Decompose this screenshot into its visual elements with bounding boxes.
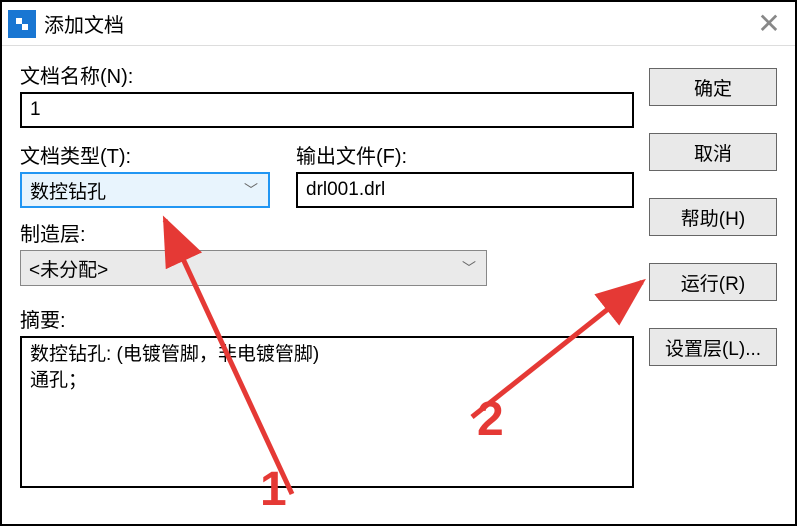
dialog-content: 文档名称(N): 文档类型(T): 数控钻孔 ﹀ 输出文件(F): 制造层: <box>2 46 795 524</box>
mfg-layer-label: 制造层: <box>20 218 635 247</box>
close-icon[interactable]: ✕ <box>749 4 789 44</box>
summary-label: 摘要: <box>20 304 635 333</box>
chevron-down-icon: ﹀ <box>462 258 476 278</box>
doc-type-label: 文档类型(T): <box>20 140 270 169</box>
cancel-button[interactable]: 取消 <box>649 133 777 171</box>
mfg-layer-row: 制造层: <未分配> ﹀ <box>20 218 635 286</box>
set-layers-button[interactable]: 设置层(L)... <box>649 328 777 366</box>
ok-button[interactable]: 确定 <box>649 68 777 106</box>
window-title: 添加文档 <box>44 9 749 38</box>
help-button[interactable]: 帮助(H) <box>649 198 777 236</box>
doc-type-col: 文档类型(T): 数控钻孔 ﹀ <box>20 140 270 208</box>
doc-type-value: 数控钻孔 <box>30 177 106 204</box>
doc-type-select[interactable]: 数控钻孔 ﹀ <box>20 172 270 208</box>
output-file-label: 输出文件(F): <box>296 140 634 169</box>
output-file-input[interactable] <box>296 172 634 208</box>
button-column: 确定 取消 帮助(H) 运行(R) 设置层(L)... <box>649 68 777 393</box>
summary-row: 摘要: 数控钻孔: (电镀管脚，非电镀管脚) 通孔； <box>20 304 635 488</box>
app-icon <box>8 10 36 38</box>
output-file-col: 输出文件(F): <box>296 140 634 208</box>
doc-name-input[interactable] <box>20 92 634 128</box>
left-column: 文档名称(N): 文档类型(T): 数控钻孔 ﹀ 输出文件(F): 制造层: <box>20 60 635 488</box>
summary-textarea[interactable]: 数控钻孔: (电镀管脚，非电镀管脚) 通孔； <box>20 336 634 488</box>
type-output-row: 文档类型(T): 数控钻孔 ﹀ 输出文件(F): <box>20 140 635 208</box>
chevron-down-icon: ﹀ <box>244 180 258 200</box>
doc-name-label: 文档名称(N): <box>20 60 635 89</box>
titlebar: 添加文档 ✕ <box>2 2 795 46</box>
dialog-window: 添加文档 ✕ 文档名称(N): 文档类型(T): 数控钻孔 ﹀ 输出文件(F): <box>0 0 797 526</box>
run-button[interactable]: 运行(R) <box>649 263 777 301</box>
mfg-layer-select[interactable]: <未分配> ﹀ <box>20 250 487 286</box>
mfg-layer-value: <未分配> <box>29 255 108 282</box>
